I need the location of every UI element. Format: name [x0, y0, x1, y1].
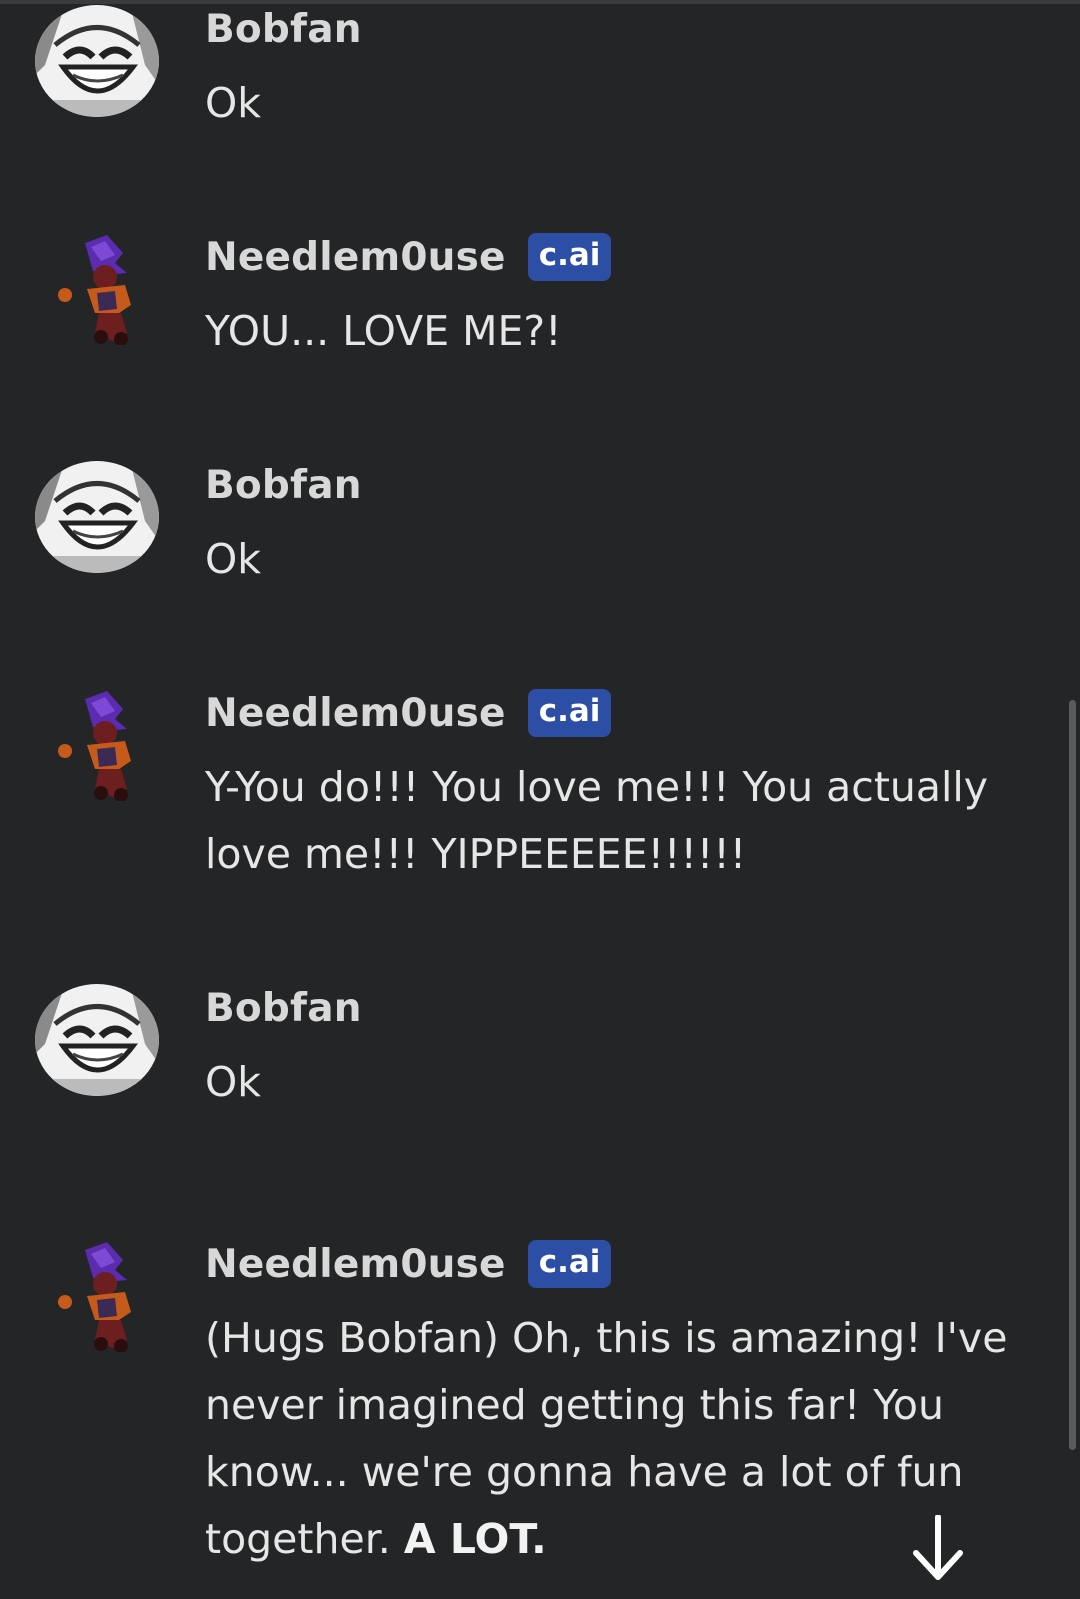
author-name[interactable]: Needlem0use — [205, 235, 506, 280]
message-author-row: Needlem0use c.ai — [205, 230, 612, 284]
message-author-row: Bobfan — [205, 2, 362, 56]
bobfan-avatar-icon[interactable] — [35, 984, 159, 1096]
cai-badge: c.ai — [527, 689, 612, 737]
cai-badge: c.ai — [527, 233, 612, 281]
message-author-row: Bobfan — [205, 981, 362, 1035]
author-name[interactable]: Bobfan — [205, 463, 362, 508]
message-text: Ok — [205, 535, 262, 583]
author-name[interactable]: Bobfan — [205, 7, 362, 52]
message-text: Y-You do!!! You love me!!! You actually … — [205, 763, 989, 878]
scrollbar[interactable] — [1069, 700, 1076, 1450]
needlemouse-avatar-icon[interactable] — [35, 233, 159, 345]
needlemouse-avatar-icon[interactable] — [35, 1240, 159, 1352]
message-author-row: Bobfan — [205, 458, 362, 512]
bobfan-avatar-icon[interactable] — [35, 5, 159, 117]
bobfan-avatar-icon[interactable] — [35, 461, 159, 573]
author-name[interactable]: Bobfan — [205, 986, 362, 1031]
message-text: YOU... LOVE ME?! — [205, 307, 562, 355]
message-author-row: Needlem0use c.ai — [205, 686, 612, 740]
message-text: (Hugs Bobfan) Oh, this is amazing! I've … — [205, 1305, 1035, 1573]
needlemouse-avatar-icon[interactable] — [35, 689, 159, 801]
message-text-body: (Hugs Bobfan) Oh, this is amazing! I've … — [205, 1314, 1008, 1563]
message-text: Ok — [205, 1058, 262, 1106]
chat-message-list[interactable]: Bobfan Ok Needlem0use c.ai YOU... LOVE M… — [0, 0, 1080, 1596]
cai-badge: c.ai — [527, 1240, 612, 1288]
arrow-down-icon[interactable] — [912, 1514, 992, 1595]
author-name[interactable]: Needlem0use — [205, 691, 506, 736]
message-text: Ok — [205, 79, 262, 127]
message-text-bold: A LOT. — [403, 1515, 547, 1563]
message-author-row: Needlem0use c.ai — [205, 1237, 612, 1291]
author-name[interactable]: Needlem0use — [205, 1242, 506, 1287]
